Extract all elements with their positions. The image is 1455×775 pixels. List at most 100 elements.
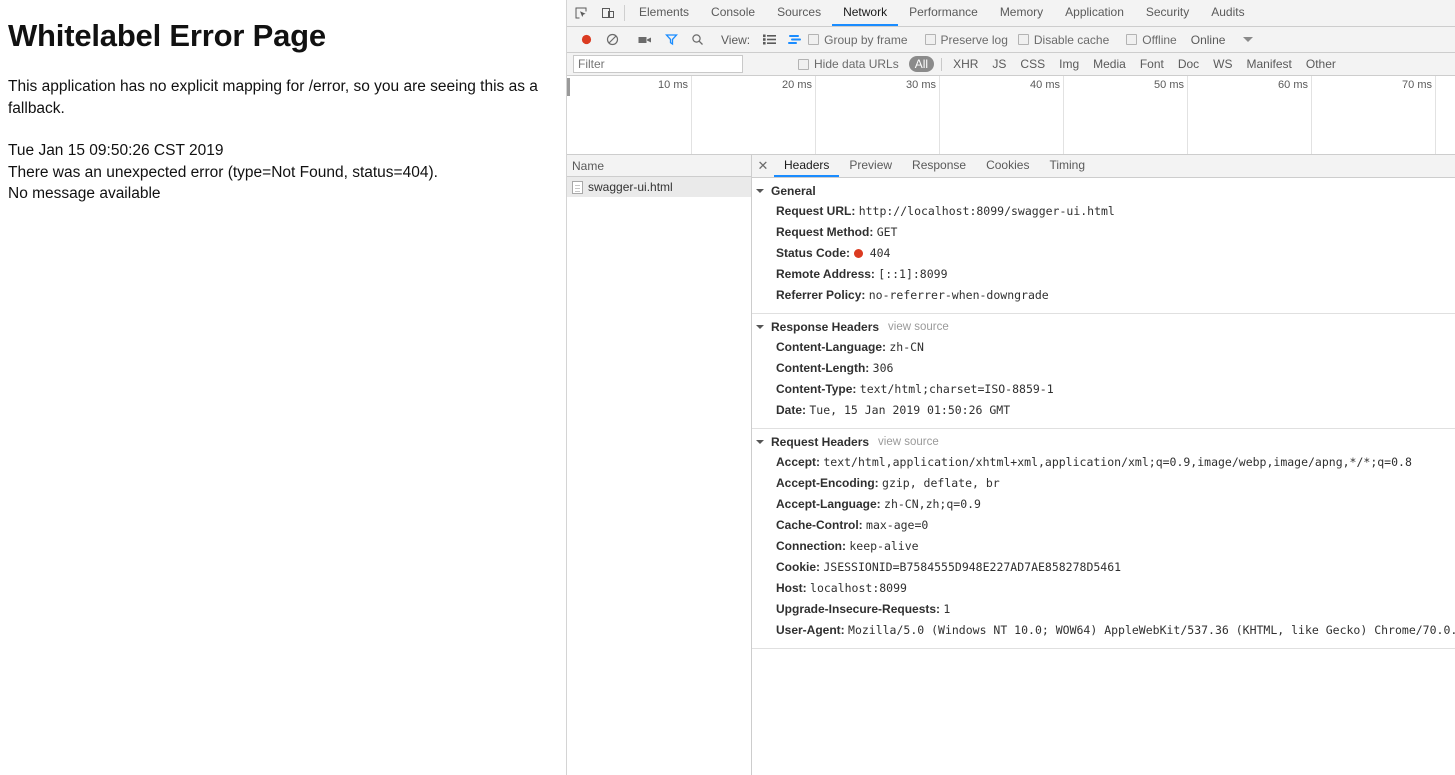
header-key: Upgrade-Insecure-Requests: — [776, 602, 941, 616]
detail-tab-headers[interactable]: Headers — [774, 155, 840, 177]
app-root: Whitelabel Error Page This application h… — [0, 0, 1455, 775]
section-general: General Request URL: http://localhost:80… — [752, 178, 1455, 314]
preserve-log-checkbox[interactable]: Preserve log — [924, 33, 1008, 47]
header-value: JSESSIONID=B7584555D948E227AD7AE858278D5… — [823, 560, 1122, 574]
filter-icon[interactable] — [658, 28, 684, 52]
throttling-value[interactable]: Online — [1191, 33, 1226, 47]
overview-tick-label: 50 ms — [1154, 79, 1184, 91]
header-row-host: Host: localhost:8099 — [752, 578, 1455, 599]
tab-security[interactable]: Security — [1135, 0, 1200, 26]
toolbar-divider — [624, 5, 625, 21]
section-request-headers-header[interactable]: Request Headers view source — [752, 434, 1455, 452]
group-by-frame-checkbox[interactable]: Group by frame — [808, 32, 908, 47]
large-request-rows-icon[interactable] — [756, 28, 782, 52]
request-list-pane: Name swagger-ui.html — [567, 155, 752, 775]
network-filter-row: Hide data URLs All XHR JS CSS Img Media … — [567, 53, 1455, 76]
tab-elements[interactable]: Elements — [628, 0, 700, 26]
error-timestamp: Tue Jan 15 09:50:26 CST 2019 — [8, 142, 224, 159]
detail-tab-cookies[interactable]: Cookies — [976, 155, 1039, 177]
header-value: GET — [876, 225, 898, 239]
tab-console[interactable]: Console — [700, 0, 766, 26]
offline-label: Offline — [1142, 32, 1177, 47]
header-row-upgrade-insecure-requests: Upgrade-Insecure-Requests: 1 — [752, 599, 1455, 620]
group-by-frame-label: Group by frame — [824, 32, 908, 47]
request-details-pane: ✕ Headers Preview Response Cookies Timin… — [752, 155, 1455, 775]
request-row-swagger-ui[interactable]: swagger-ui.html — [567, 177, 751, 197]
device-toolbar-icon[interactable] — [594, 0, 621, 26]
filter-chip-font[interactable]: Font — [1134, 56, 1170, 72]
offline-checkbox[interactable]: Offline — [1126, 32, 1177, 47]
filter-input[interactable] — [573, 55, 743, 73]
filter-chip-manifest[interactable]: Manifest — [1241, 56, 1298, 72]
tab-sources[interactable]: Sources — [766, 0, 832, 26]
checkbox-box — [808, 34, 820, 45]
header-value: text/html;charset=ISO-8859-1 — [859, 382, 1054, 396]
capture-screenshots-icon[interactable] — [632, 28, 658, 52]
filter-chip-ws[interactable]: WS — [1207, 56, 1238, 72]
filter-chip-doc[interactable]: Doc — [1172, 56, 1205, 72]
header-row-cache-control: Cache-Control: max-age=0 — [752, 515, 1455, 536]
hide-data-urls-checkbox[interactable]: Hide data URLs — [798, 57, 899, 71]
filter-chip-all[interactable]: All — [908, 56, 935, 72]
headers-content: General Request URL: http://localhost:80… — [752, 178, 1455, 775]
section-response-headers-header[interactable]: Response Headers view source — [752, 319, 1455, 337]
header-row-request-url: Request URL: http://localhost:8099/swagg… — [752, 201, 1455, 222]
tab-audits[interactable]: Audits — [1200, 0, 1255, 26]
header-value: localhost:8099 — [810, 581, 907, 595]
chevron-down-icon[interactable] — [1243, 37, 1254, 42]
header-key: Connection: — [776, 539, 846, 553]
header-row-remote-address: Remote Address: [::1]:8099 — [752, 264, 1455, 285]
section-title: General — [771, 184, 816, 198]
checkbox-box — [924, 34, 936, 45]
detail-tabstrip: ✕ Headers Preview Response Cookies Timin… — [752, 155, 1455, 178]
inspect-element-icon[interactable] — [567, 0, 594, 26]
header-row-content-length: Content-Length: 306 — [752, 358, 1455, 379]
filter-chip-xhr[interactable]: XHR — [947, 56, 984, 72]
tab-network[interactable]: Network — [832, 0, 899, 26]
chip-divider — [941, 57, 943, 71]
overview-tick-label: 10 ms — [658, 79, 688, 91]
tab-application[interactable]: Application — [1054, 0, 1135, 26]
detail-tab-preview[interactable]: Preview — [839, 155, 902, 177]
disable-cache-checkbox[interactable]: Disable cache — [1017, 33, 1109, 47]
header-key: Host: — [776, 581, 807, 595]
filter-chip-other[interactable]: Other — [1300, 56, 1342, 72]
network-overview-timeline[interactable]: 10 ms 20 ms 30 ms 40 ms 50 ms 60 ms 70 m… — [567, 76, 1455, 155]
request-list-header: Name — [567, 155, 751, 177]
checkbox-box — [798, 58, 809, 70]
filter-chip-css[interactable]: CSS — [1014, 56, 1051, 72]
record-icon[interactable] — [573, 28, 599, 52]
header-value: Tue, 15 Jan 2019 01:50:26 GMT — [809, 403, 1011, 417]
view-source-link[interactable]: view source — [878, 436, 939, 448]
filter-chip-js[interactable]: JS — [986, 56, 1012, 72]
header-key: Content-Length: — [776, 361, 870, 375]
overview-tick-label: 70 ms — [1402, 79, 1432, 91]
tab-memory[interactable]: Memory — [989, 0, 1054, 26]
error-description: This application has no explicit mapping… — [8, 78, 538, 117]
detail-tab-response[interactable]: Response — [902, 155, 976, 177]
filter-chip-media[interactable]: Media — [1087, 56, 1132, 72]
clear-icon[interactable] — [599, 28, 625, 52]
rendered-web-page: Whitelabel Error Page This application h… — [0, 0, 567, 775]
header-value: 306 — [872, 361, 894, 375]
tab-performance[interactable]: Performance — [898, 0, 989, 26]
overview-tick-label: 60 ms — [1278, 79, 1308, 91]
triangle-expanded-icon — [756, 189, 764, 193]
header-key: User-Agent: — [776, 623, 845, 637]
request-name: swagger-ui.html — [588, 180, 673, 194]
close-icon[interactable]: ✕ — [752, 155, 774, 177]
header-key: Cache-Control: — [776, 518, 863, 532]
header-key: Remote Address: — [776, 267, 875, 281]
header-key: Status Code: — [776, 246, 851, 260]
header-value: max-age=0 — [866, 518, 929, 532]
view-source-link[interactable]: view source — [888, 321, 949, 333]
search-icon[interactable] — [684, 28, 710, 52]
show-overview-icon[interactable] — [782, 28, 808, 52]
detail-tab-timing[interactable]: Timing — [1039, 155, 1095, 177]
section-general-header[interactable]: General — [752, 183, 1455, 201]
filter-chip-img[interactable]: Img — [1053, 56, 1085, 72]
header-row-date: Date: Tue, 15 Jan 2019 01:50:26 GMT — [752, 400, 1455, 421]
header-value: zh-CN — [889, 340, 924, 354]
header-value: zh-CN,zh;q=0.9 — [884, 497, 981, 511]
header-key: Referrer Policy: — [776, 288, 866, 302]
